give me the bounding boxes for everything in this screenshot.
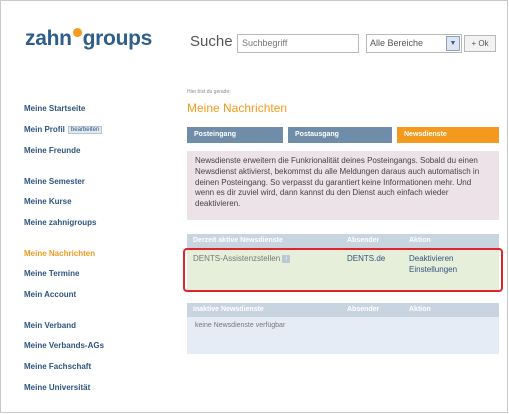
- search-input[interactable]: Suchbegriff: [237, 34, 359, 53]
- sidebar-item-account[interactable]: Mein Account: [24, 290, 76, 299]
- sidebar-item-verbands-ags[interactable]: Meine Verbands-AGs: [24, 341, 104, 350]
- sidebar-item-verband[interactable]: Mein Verband: [24, 321, 76, 330]
- page-title: Meine Nachrichten: [187, 101, 288, 115]
- search-ok-button[interactable]: + Ok: [464, 35, 496, 52]
- tab-postausgang[interactable]: Postausgang: [288, 127, 392, 143]
- tab-posteingang[interactable]: Posteingang: [187, 127, 283, 143]
- sidebar-item-universitaet[interactable]: Meine Universität: [24, 383, 90, 392]
- sidebar-item-semester[interactable]: Meine Semester: [24, 177, 85, 186]
- search-scope-value: Alle Bereiche: [370, 38, 424, 48]
- column-header-sender: Absender: [347, 237, 380, 244]
- sidebar-item-profil[interactable]: Mein Profil bearbeiten: [24, 125, 103, 134]
- active-table-header: Derzeit aktive Newsdienste Absender Akti…: [187, 234, 499, 248]
- sidebar-item-fachschaft[interactable]: Meine Fachschaft: [24, 362, 91, 371]
- table-row: keine Newsdienste verfügbar: [187, 317, 499, 354]
- column-header-sender: Absender: [347, 306, 380, 313]
- sidebar-item-startseite[interactable]: Meine Startseite: [24, 104, 85, 113]
- breadcrumb: Hier bist du gerade:: [187, 89, 231, 95]
- search-label: Suche: [190, 33, 233, 50]
- sidebar-item-zahnigroups[interactable]: Meine zahnigroups: [24, 218, 96, 227]
- column-header-active-services: Derzeit aktive Newsdienste: [193, 237, 283, 244]
- empty-state-text: keine Newsdienste verfügbar: [195, 322, 286, 329]
- logo-text-right: groups: [82, 27, 153, 50]
- column-header-inactive-services: Inaktive Newsdienste: [193, 306, 264, 313]
- highlight-box: [183, 248, 503, 292]
- logo-text-left: zahn: [25, 27, 72, 50]
- sidebar-item-nachrichten[interactable]: Meine Nachrichten: [24, 249, 95, 258]
- chevron-down-icon[interactable]: ▼: [446, 36, 460, 51]
- info-box: Newsdienste erweitern die Funkrionalität…: [187, 151, 499, 220]
- sidebar-item-freunde[interactable]: Meine Freunde: [24, 146, 80, 155]
- column-header-action: Aktion: [409, 306, 431, 313]
- edit-profile-button[interactable]: bearbeiten: [67, 126, 103, 134]
- zahnigroups-logo[interactable]: zahn groups: [25, 27, 152, 51]
- logo-dot-icon: [72, 28, 82, 37]
- info-text: Newsdienste erweitern die Funkrionalität…: [195, 156, 480, 209]
- sidebar-item-kurse[interactable]: Meine Kurse: [24, 197, 72, 206]
- search-scope-select[interactable]: Alle Bereiche ▼: [366, 34, 462, 53]
- tab-newsdienste[interactable]: Newsdienste: [397, 127, 499, 143]
- sidebar-item-termine[interactable]: Meine Termine: [24, 269, 79, 278]
- column-header-action: Aktion: [409, 237, 431, 244]
- inactive-table-header: Inaktive Newsdienste Absender Aktion: [187, 303, 499, 317]
